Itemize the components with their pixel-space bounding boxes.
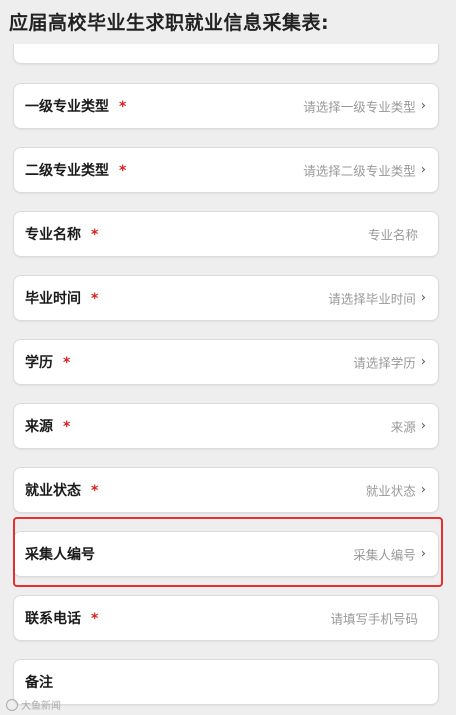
watermark: 大鱼新闻 (6, 697, 61, 712)
field-major-level2[interactable]: 二级专业类型 * 请选择二级专业类型 › (13, 147, 439, 193)
required-mark: * (63, 355, 71, 371)
field-placeholder: 就业状态 (365, 483, 416, 499)
field-collector-id[interactable]: 采集人编号 采集人编号 › (13, 531, 439, 577)
field-major-name[interactable]: 专业名称 * 专业名称 (13, 211, 439, 257)
field-placeholder: 请选择二级专业类型 (303, 163, 416, 179)
chevron-right-icon: › (420, 290, 426, 306)
field-remarks[interactable]: 备注 (13, 659, 439, 705)
field-placeholder: 请选择一级专业类型 (303, 99, 416, 115)
field-label: 来源 (25, 419, 53, 435)
required-mark: * (63, 419, 71, 435)
chevron-right-icon: › (420, 98, 426, 114)
required-mark: * (91, 227, 99, 243)
field-placeholder: 请选择毕业时间 (328, 291, 416, 307)
field-label: 二级专业类型 (25, 163, 109, 179)
required-mark: * (119, 163, 127, 179)
required-mark: * (91, 291, 99, 307)
field-label: 联系电话 (25, 611, 81, 627)
field-label: 学历 (25, 355, 53, 371)
chevron-right-icon: › (420, 546, 426, 562)
required-mark: * (91, 483, 99, 499)
field-source[interactable]: 来源 * 来源 › (13, 403, 439, 449)
field-graduation-time[interactable]: 毕业时间 * 请选择毕业时间 › (13, 275, 439, 321)
field-label: 一级专业类型 (25, 99, 109, 115)
chevron-right-icon: › (420, 418, 426, 434)
field-placeholder: 请选择学历 (353, 355, 416, 371)
field-label: 专业名称 (25, 227, 81, 243)
field-major-level1[interactable]: 一级专业类型 * 请选择一级专业类型 › (13, 83, 439, 129)
field-label: 就业状态 (25, 483, 81, 499)
chevron-right-icon: › (420, 162, 426, 178)
page-title: 应届高校毕业生求职就业信息采集表: (9, 12, 330, 34)
major-name-input[interactable]: 专业名称 (368, 225, 418, 244)
form-page: 应届高校毕业生求职就业信息采集表: 一级专业类型 * 请选择一级专业类型 › 二级专… (0, 0, 456, 715)
field-label: 备注 (25, 675, 53, 691)
phone-input[interactable]: 请填写手机号码 (330, 609, 418, 628)
watermark-logo-icon (6, 698, 18, 711)
watermark-text: 大鱼新闻 (21, 701, 61, 712)
chevron-right-icon: › (420, 354, 426, 370)
field-label: 采集人编号 (25, 547, 95, 563)
field-employment-status[interactable]: 就业状态 * 就业状态 › (13, 467, 439, 513)
field-education[interactable]: 学历 * 请选择学历 › (13, 339, 439, 385)
previous-field-card[interactable] (13, 44, 439, 64)
required-mark: * (91, 611, 99, 627)
required-mark: * (119, 99, 127, 115)
field-placeholder: 来源 (390, 419, 416, 435)
chevron-right-icon: › (420, 482, 426, 498)
field-phone[interactable]: 联系电话 * 请填写手机号码 (13, 595, 439, 641)
field-placeholder: 采集人编号 (353, 547, 416, 563)
field-label: 毕业时间 (25, 291, 81, 307)
